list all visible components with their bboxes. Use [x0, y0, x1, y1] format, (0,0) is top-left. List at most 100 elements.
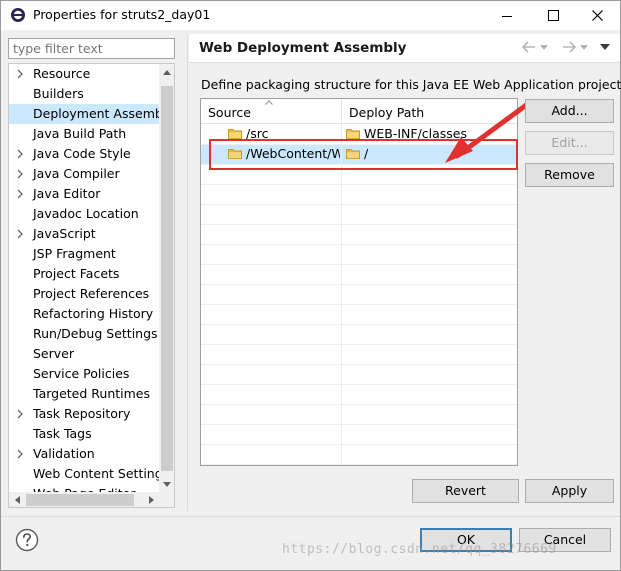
tree-vertical-scroll-thumb[interactable]: [161, 86, 173, 471]
tree-item[interactable]: Java Editor: [9, 184, 159, 204]
category-tree: Resource Builders Deployment Assembly Java …: [8, 63, 175, 508]
tree-horizontal-scrollbar[interactable]: [9, 492, 159, 507]
close-icon: [591, 10, 603, 21]
chevron-right-icon[interactable]: [16, 409, 24, 419]
tree-item[interactable]: Java Code Style: [9, 144, 159, 164]
row-divider: [201, 224, 517, 225]
row-divider: [201, 244, 517, 245]
scroll-down-icon[interactable]: [159, 476, 174, 492]
folder-icon: [346, 129, 360, 139]
chevron-right-icon[interactable]: [16, 169, 24, 179]
column-header-source-label: Source: [208, 105, 251, 120]
tree-item[interactable]: Server: [9, 344, 159, 364]
scrollbar-corner: [159, 492, 174, 507]
scroll-right-icon[interactable]: [143, 492, 159, 507]
tree-item-label: Validation: [33, 446, 95, 461]
tree-item-label: Java Editor: [33, 186, 101, 201]
row-divider: [201, 364, 517, 365]
tree-item[interactable]: Builders: [9, 84, 159, 104]
revert-button[interactable]: Revert: [412, 479, 519, 503]
tree-item-label: Builders: [33, 86, 84, 101]
tree-item[interactable]: JavaScript: [9, 224, 159, 244]
minimize-button[interactable]: [484, 1, 530, 30]
tree-item-label: JavaScript: [33, 226, 96, 241]
forward-arrow-icon[interactable]: [562, 41, 576, 53]
scroll-left-icon[interactable]: [9, 492, 25, 507]
tree-item[interactable]: Deployment Assembly: [9, 104, 159, 124]
row-divider: [201, 404, 517, 405]
tree-item[interactable]: Web Page Editor: [9, 484, 159, 492]
tree-item[interactable]: Java Build Path: [9, 124, 159, 144]
window-title: Properties for struts2_day01: [33, 7, 211, 22]
tree-item-label: Targeted Runtimes: [33, 386, 150, 401]
tree-item-label: Task Tags: [33, 426, 92, 441]
edit-button[interactable]: Edit...: [525, 131, 614, 155]
chevron-right-icon[interactable]: [16, 69, 24, 79]
tree-horizontal-scroll-thumb[interactable]: [26, 494, 134, 506]
history-navigation: [522, 41, 610, 53]
row-divider: [201, 344, 517, 345]
tree-item[interactable]: Javadoc Location: [9, 204, 159, 224]
maximize-button[interactable]: [530, 1, 576, 30]
eclipse-icon: [11, 8, 25, 22]
row-divider: [201, 264, 517, 265]
tree-item-label: Refactoring History: [33, 306, 154, 321]
folder-icon: [228, 129, 242, 139]
sort-ascending-icon: [265, 100, 273, 105]
filter-input[interactable]: [8, 38, 175, 59]
minimize-icon: [502, 15, 512, 17]
row-divider: [201, 424, 517, 425]
chevron-right-icon[interactable]: [16, 189, 24, 199]
tree-item[interactable]: Validation: [9, 444, 159, 464]
tree-item[interactable]: JSP Fragment: [9, 244, 159, 264]
splitter[interactable]: [187, 34, 188, 511]
tree-item[interactable]: Task Tags: [9, 424, 159, 444]
tree-item-label: Project Facets: [33, 266, 120, 281]
tree-item[interactable]: Targeted Runtimes: [9, 384, 159, 404]
add-button[interactable]: Add...: [525, 99, 614, 123]
tree-item-label: Task Repository: [33, 406, 131, 421]
help-icon[interactable]: [15, 528, 39, 552]
column-header-deploy-path-label: Deploy Path: [349, 105, 425, 120]
tree-item[interactable]: Service Policies: [9, 364, 159, 384]
tree-item[interactable]: Project Facets: [9, 264, 159, 284]
chevron-right-icon[interactable]: [16, 229, 24, 239]
tree-item[interactable]: Java Compiler: [9, 164, 159, 184]
scroll-up-icon[interactable]: [159, 64, 174, 80]
tree-item[interactable]: Run/Debug Settings: [9, 324, 159, 344]
row-divider: [201, 324, 517, 325]
tree-item[interactable]: Resource: [9, 64, 159, 84]
view-menu-icon[interactable]: [600, 44, 610, 50]
row-divider: [201, 284, 517, 285]
page-header: Web Deployment Assembly: [189, 34, 620, 63]
row-divider: [201, 384, 517, 385]
row-divider: [201, 204, 517, 205]
watermark: https://blog.csdn.net/qq_38276669: [282, 542, 557, 557]
tree-item-label: Deployment Assembly: [33, 106, 159, 121]
forward-dropdown-icon[interactable]: [580, 44, 588, 50]
tree-item-label: Resource: [33, 66, 91, 81]
row-divider: [201, 464, 517, 465]
tree-item[interactable]: Refactoring History: [9, 304, 159, 324]
column-header-source[interactable]: Source: [201, 99, 342, 124]
chevron-right-icon[interactable]: [16, 449, 24, 459]
apply-button[interactable]: Apply: [525, 479, 614, 503]
back-arrow-icon[interactable]: [522, 41, 536, 53]
tree-item-label: Java Build Path: [33, 126, 127, 141]
tree-item[interactable]: Project References: [9, 284, 159, 304]
chevron-right-icon[interactable]: [16, 149, 24, 159]
tree-item-label: JSP Fragment: [33, 246, 116, 261]
tree-item[interactable]: Task Repository: [9, 404, 159, 424]
tree-item-label: Project References: [33, 286, 150, 301]
tree-item[interactable]: Web Content Settings: [9, 464, 159, 484]
tree-vertical-scrollbar[interactable]: [159, 64, 174, 492]
column-divider: [341, 124, 342, 465]
page-title: Web Deployment Assembly: [199, 40, 407, 56]
close-button[interactable]: [574, 1, 620, 30]
row-divider: [201, 444, 517, 445]
back-dropdown-icon[interactable]: [540, 44, 548, 50]
tree-item-label: Java Code Style: [33, 146, 131, 161]
remove-button[interactable]: Remove: [525, 163, 614, 187]
tree-item-label: Java Compiler: [33, 166, 120, 181]
title-bar: Properties for struts2_day01: [1, 1, 620, 30]
